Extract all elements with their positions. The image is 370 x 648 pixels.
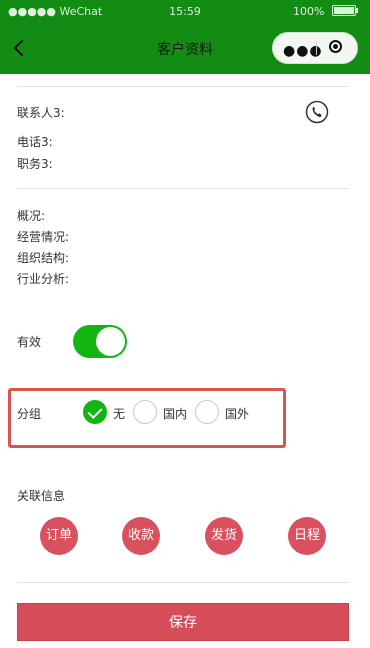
battery-indicator: 100%	[293, 5, 358, 18]
status-bar: ●●●●● WeChat 15:59 100%	[0, 0, 370, 24]
radio-unchecked-icon	[133, 400, 157, 424]
shipping-button[interactable]: 发货	[205, 517, 243, 555]
group-label: 分组	[17, 407, 42, 421]
navigation-bar: 客户资料 ●●●	[0, 24, 370, 74]
related-info-label: 关联信息	[17, 489, 66, 503]
phone-icon[interactable]	[305, 100, 329, 124]
mini-program-capsule: ●●●	[272, 32, 358, 64]
org-structure-label: 组织结构:	[17, 251, 70, 265]
close-target-icon[interactable]	[317, 33, 358, 63]
radio-label: 无	[113, 407, 126, 421]
orders-button[interactable]: 订单	[40, 517, 78, 555]
battery-icon	[332, 5, 358, 16]
divider	[17, 86, 349, 87]
schedule-button[interactable]: 日程	[288, 517, 326, 555]
radio-label: 国外	[225, 407, 250, 421]
toggle-knob	[96, 327, 125, 356]
radio-unchecked-icon	[195, 400, 219, 424]
more-button[interactable]: ●●●	[273, 33, 322, 63]
position-label: 职务3:	[17, 157, 53, 171]
divider	[17, 188, 349, 189]
battery-percent: 100%	[293, 5, 325, 18]
radio-label: 国内	[163, 407, 188, 421]
valid-toggle[interactable]	[73, 325, 127, 358]
contact-label: 联系人3:	[17, 106, 65, 120]
divider	[17, 582, 349, 583]
receipts-button[interactable]: 收款	[122, 517, 160, 555]
save-button[interactable]: 保存	[17, 603, 349, 641]
operation-label: 经营情况:	[17, 230, 70, 244]
phone-label: 电话3:	[17, 135, 53, 149]
industry-analysis-label: 行业分析:	[17, 272, 70, 286]
overview-label: 概况:	[17, 209, 46, 223]
valid-label: 有效	[17, 335, 42, 349]
